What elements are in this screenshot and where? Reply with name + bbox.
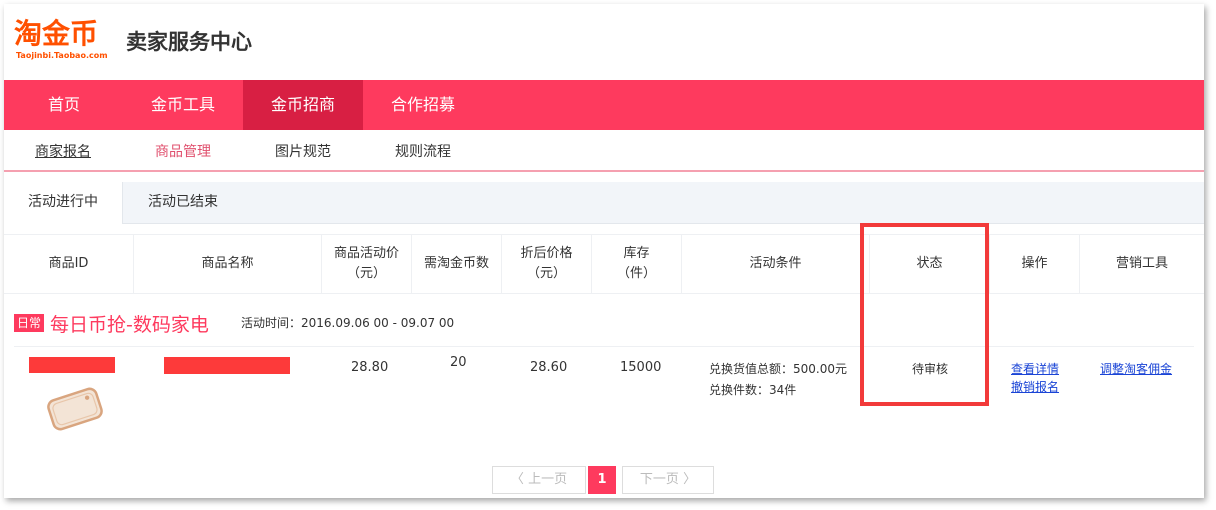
col-stock-line2: （件）	[616, 266, 656, 281]
stock-value: 15000	[620, 360, 662, 375]
logo-sub-text: Taojinbi.Taobao.com	[16, 51, 108, 60]
coins-value: 20	[450, 355, 467, 370]
activity-group-header: 日常 每日币抢-数码家电 活动时间：2016.09.06 00 - 09.07 …	[14, 310, 1194, 336]
row-divider	[14, 346, 1194, 347]
col-product-name-label: 商品名称	[201, 256, 254, 271]
subnav-merchant-signup[interactable]: 商家报名	[35, 141, 91, 161]
main-nav: 首页 金币工具 金币招商 合作招募	[4, 80, 1204, 130]
col-discount-price: 折后价格 （元）	[502, 235, 592, 293]
subnav-image-spec[interactable]: 图片规范	[275, 141, 331, 161]
discount-price-value: 28.60	[530, 360, 568, 375]
header: 淘金币 Taojinbi.Taobao.com 卖家服务中心	[4, 4, 1204, 80]
page-frame: 淘金币 Taojinbi.Taobao.com 卖家服务中心 首页 金币工具 金…	[4, 4, 1204, 498]
condition-item-count: 兑换件数：34件	[709, 383, 797, 397]
redacted-product-name	[164, 357, 290, 374]
col-stock-line1: 库存	[623, 246, 650, 261]
col-activity-price-line2: （元）	[346, 266, 386, 281]
col-actions-label: 操作	[1021, 256, 1048, 271]
current-page-button[interactable]: 1	[588, 466, 616, 494]
nav-coin-tools[interactable]: 金币工具	[123, 80, 243, 130]
nav-partner-recruit[interactable]: 合作招募	[363, 80, 483, 130]
tab-ongoing[interactable]: 活动进行中	[4, 182, 123, 224]
tab-ended[interactable]: 活动已结束	[122, 182, 244, 223]
col-product-name: 商品名称	[134, 235, 322, 293]
next-page-button[interactable]: 下一页 〉	[622, 466, 714, 494]
condition-total-value: 兑换货值总额：500.00元	[709, 362, 847, 376]
redacted-product-id	[29, 357, 115, 373]
col-activity-price: 商品活动价 （元）	[322, 235, 412, 293]
col-coins-label: 需淘金币数	[423, 256, 489, 271]
col-activity-price-line1: 商品活动价	[333, 246, 399, 261]
col-stock: 库存 （件）	[592, 235, 682, 293]
product-thumbnail-phone-case[interactable]	[42, 386, 108, 432]
subnav-rules[interactable]: 规则流程	[395, 141, 451, 161]
activity-tabs: 活动进行中 活动已结束	[4, 182, 1204, 224]
pagination: 〈 上一页 1 下一页 〉	[4, 466, 1204, 494]
col-marketing-tools-label: 营销工具	[1115, 256, 1168, 271]
chevron-left-icon: 〈	[510, 472, 529, 487]
activity-price-value: 28.80	[351, 360, 389, 375]
nav-coin-recruit[interactable]: 金币招商	[243, 80, 363, 130]
view-details-link[interactable]: 查看详情	[1011, 360, 1059, 377]
col-marketing-tools: 营销工具	[1080, 235, 1204, 293]
subnav-product-management[interactable]: 商品管理	[155, 141, 211, 161]
activity-group-title: 每日币抢-数码家电	[50, 314, 209, 336]
col-product-id-label: 商品ID	[48, 256, 89, 271]
daily-badge: 日常	[14, 314, 45, 332]
site-title: 卖家服务中心	[126, 30, 252, 54]
prev-page-label: 上一页	[528, 472, 568, 487]
chevron-right-icon: 〉	[678, 472, 697, 487]
adjust-commission-link[interactable]: 调整淘客佣金	[1100, 360, 1172, 377]
col-actions: 操作	[990, 235, 1080, 293]
col-discount-price-line2: （元）	[526, 266, 566, 281]
col-conditions-label: 活动条件	[749, 256, 802, 271]
col-product-id: 商品ID	[4, 235, 134, 293]
col-coins: 需淘金币数	[412, 235, 502, 293]
logo[interactable]: 淘金币 Taojinbi.Taobao.com	[14, 18, 118, 62]
col-discount-price-line1: 折后价格	[520, 246, 573, 261]
activity-group-time: 活动时间：2016.09.06 00 - 09.07 00	[241, 316, 455, 330]
status-highlight-box	[860, 223, 989, 406]
col-conditions: 活动条件	[682, 235, 870, 293]
logo-main-text: 淘金币	[14, 17, 99, 50]
sub-nav: 商家报名 商品管理 图片规范 规则流程	[4, 130, 1204, 172]
next-page-label: 下一页	[639, 472, 679, 487]
cancel-signup-link[interactable]: 撤销报名	[1011, 378, 1059, 395]
prev-page-button[interactable]: 〈 上一页	[492, 466, 586, 494]
table-header: 商品ID 商品名称 商品活动价 （元） 需淘金币数 折后价格 （元） 库存 （件） 活…	[4, 234, 1204, 294]
nav-home[interactable]: 首页	[4, 80, 124, 130]
